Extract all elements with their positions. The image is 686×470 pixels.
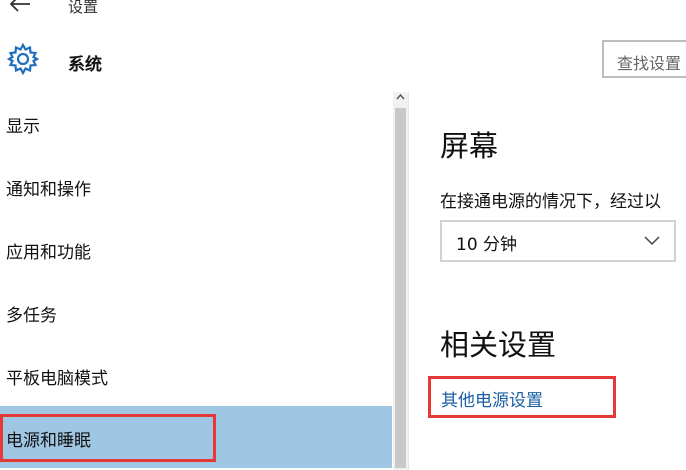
chevron-down-icon (644, 232, 660, 246)
related-settings-heading: 相关设置 (440, 328, 557, 362)
screen-timeout-select[interactable]: 10 分钟 (440, 220, 676, 262)
screen-description: 在接通电源的情况下，经过以 (440, 192, 661, 212)
header: 设置 系统 查找设置 (0, 0, 686, 90)
screen-heading: 屏幕 (440, 129, 499, 163)
sidebar-item-display[interactable]: 显示 (0, 92, 392, 154)
sidebar-item-notifications[interactable]: 通知和操作 (0, 155, 392, 217)
sidebar-item-label: 多任务 (6, 306, 57, 326)
select-value: 10 分钟 (456, 235, 518, 255)
scroll-thumb[interactable] (395, 108, 406, 468)
annotation-highlight-link (428, 376, 616, 418)
back-arrow-icon[interactable] (8, 0, 36, 18)
sidebar-item-label: 平板电脑模式 (6, 369, 108, 389)
sidebar-item-label: 通知和操作 (6, 180, 91, 200)
app-title: 设置 (68, 0, 99, 16)
sidebar-item-label: 显示 (6, 117, 40, 137)
scroll-up-icon[interactable] (395, 92, 406, 106)
search-input[interactable]: 查找设置 (602, 40, 686, 78)
sidebar-item-apps[interactable]: 应用和功能 (0, 218, 392, 280)
sidebar-item-tablet-mode[interactable]: 平板电脑模式 (0, 344, 392, 406)
sidebar-scrollbar[interactable] (393, 92, 408, 470)
search-placeholder: 查找设置 (617, 54, 682, 73)
page-title: 系统 (68, 55, 102, 75)
gear-icon (6, 42, 40, 76)
annotation-highlight-sidebar (0, 414, 216, 462)
sidebar-item-label: 应用和功能 (6, 243, 91, 263)
sidebar-item-multitasking[interactable]: 多任务 (0, 281, 392, 343)
